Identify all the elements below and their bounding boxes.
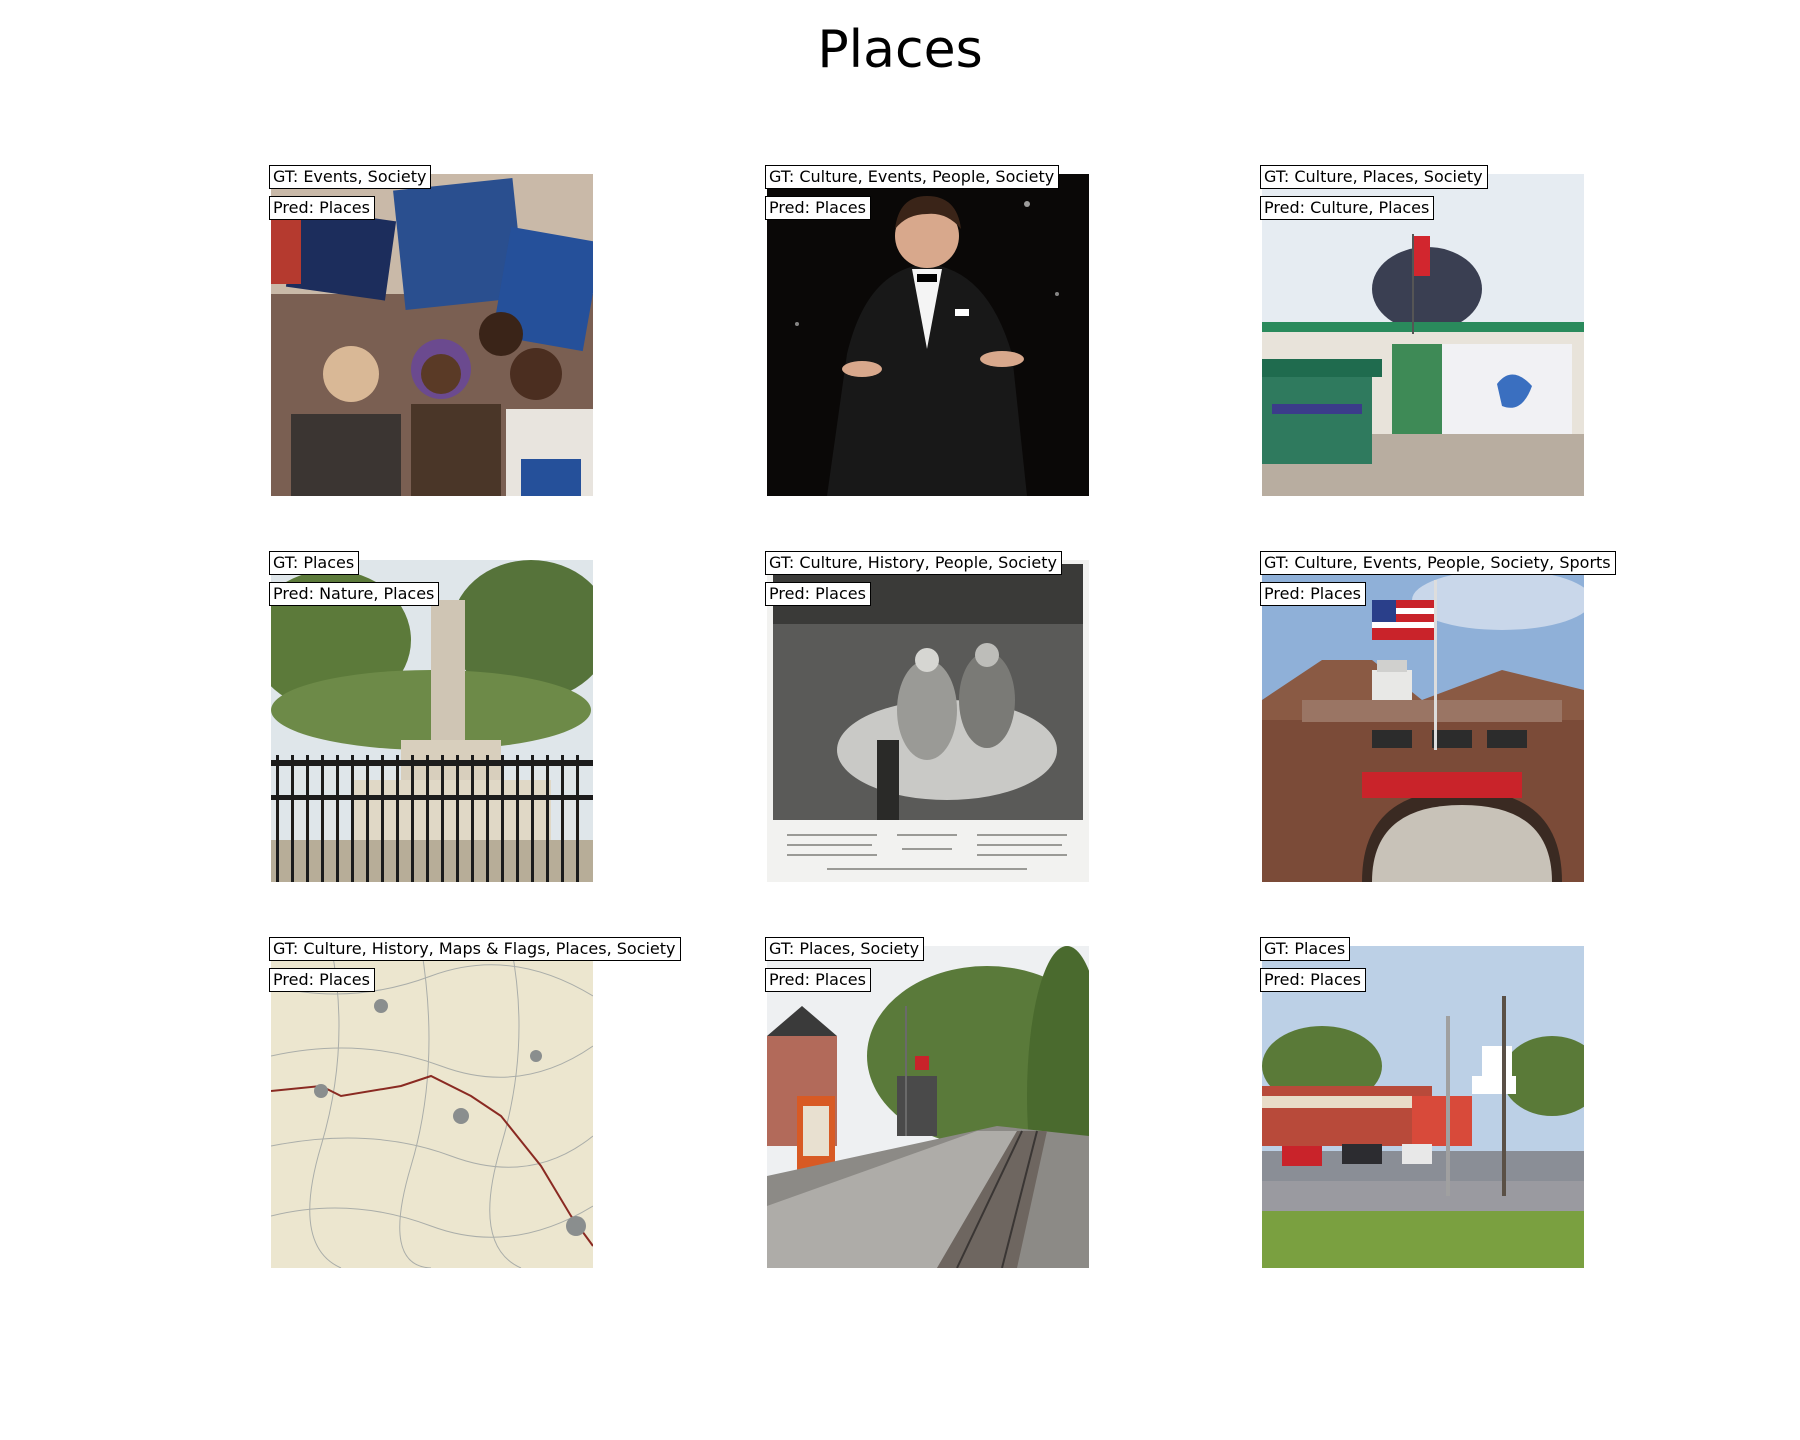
prediction-label: Pred: Places	[1260, 968, 1366, 992]
prediction-label: Pred: Places	[765, 968, 871, 992]
image-panel-4: GT: Places Pred: Nature, Places	[269, 551, 593, 882]
brick-building-with-flag-photo	[1262, 560, 1584, 882]
ground-truth-label: GT: Places	[1260, 937, 1351, 961]
image-panel-6: GT: Culture, Events, People, Society, Sp…	[1260, 551, 1616, 882]
street-intersection-photo	[1262, 946, 1584, 1268]
image-panel-5: GT: Culture, History, People, Society Pr…	[765, 551, 1089, 882]
monument-behind-iron-fence-photo	[271, 560, 593, 882]
engraving-deathbed-scene	[767, 560, 1089, 882]
political-rally-photo	[271, 174, 593, 496]
ground-truth-label: GT: Culture, Places, Society	[1260, 165, 1488, 189]
prediction-label: Pred: Places	[269, 196, 375, 220]
ground-truth-label: GT: Culture, History, People, Society	[765, 551, 1062, 575]
shrine-building-photo	[1262, 174, 1584, 496]
figure-title: Places	[817, 20, 983, 80]
old-map-image	[271, 946, 593, 1268]
prediction-label: Pred: Culture, Places	[1260, 196, 1435, 220]
prediction-label: Pred: Places	[269, 968, 375, 992]
prediction-label: Pred: Nature, Places	[269, 582, 440, 606]
ground-truth-label: GT: Culture, History, Maps & Flags, Plac…	[269, 937, 681, 961]
ground-truth-label: GT: Culture, Events, People, Society, Sp…	[1260, 551, 1616, 575]
prediction-label: Pred: Places	[765, 582, 871, 606]
ground-truth-label: GT: Culture, Events, People, Society	[765, 165, 1060, 189]
railway-platform-photo	[767, 946, 1089, 1268]
image-panel-3: GT: Culture, Places, Society Pred: Cultu…	[1260, 165, 1584, 496]
man-in-tuxedo-on-stage-photo	[767, 174, 1089, 496]
ground-truth-label: GT: Places	[269, 551, 360, 575]
ground-truth-label: GT: Places, Society	[765, 937, 925, 961]
image-panel-8: GT: Places, Society Pred: Places	[765, 937, 1089, 1268]
ground-truth-label: GT: Events, Society	[269, 165, 432, 189]
prediction-label: Pred: Places	[765, 196, 871, 220]
image-panel-2: GT: Culture, Events, People, Society Pre…	[765, 165, 1089, 496]
prediction-label: Pred: Places	[1260, 582, 1366, 606]
image-panel-7: GT: Culture, History, Maps & Flags, Plac…	[269, 937, 681, 1268]
image-panel-1: GT: Events, Society Pred: Places	[269, 165, 593, 496]
image-panel-9: GT: Places Pred: Places	[1260, 937, 1584, 1268]
